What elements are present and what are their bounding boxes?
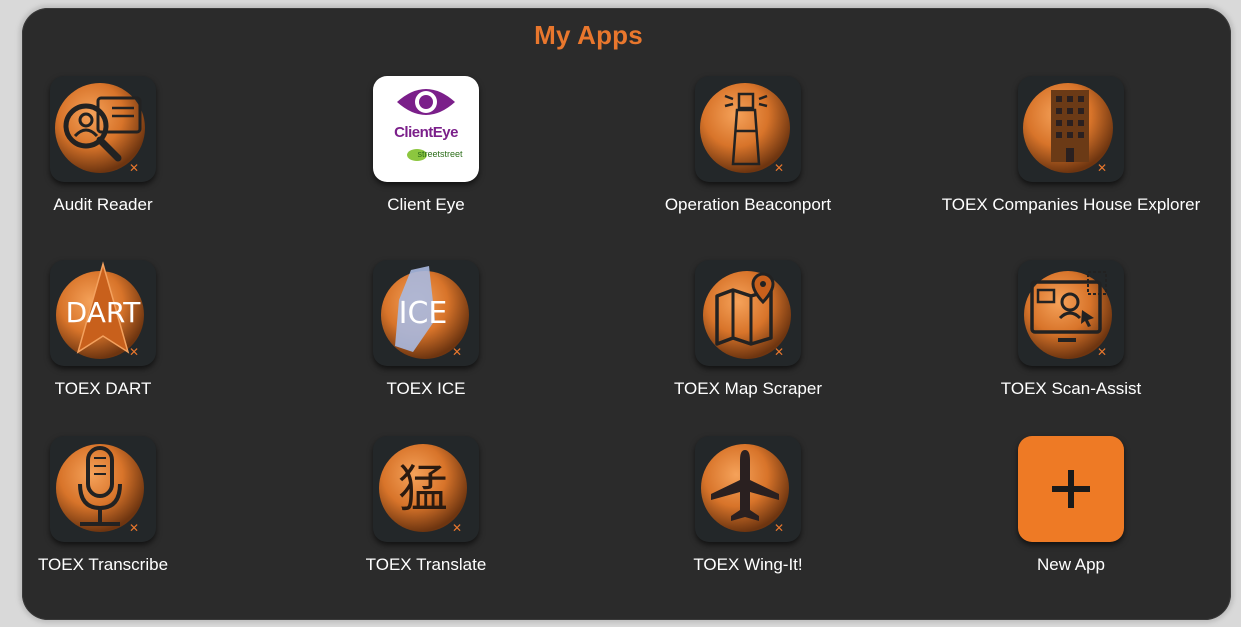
app-toex-ice[interactable]: ICE ✕ TOEX ICE: [276, 260, 576, 399]
svg-text:✕: ✕: [452, 345, 462, 359]
apps-panel: My Apps ✕ Audit Reader ClientEye streets…: [22, 8, 1231, 620]
app-companies-house-explorer[interactable]: ✕ TOEX Companies House Explorer: [921, 76, 1221, 215]
svg-text:✕: ✕: [1097, 345, 1107, 359]
app-toex-transcribe[interactable]: ✕ TOEX Transcribe: [0, 436, 253, 575]
svg-text:✕: ✕: [129, 345, 139, 359]
audit-reader-icon[interactable]: ✕: [50, 76, 156, 182]
app-label: TOEX Scan-Assist: [1000, 379, 1142, 398]
app-label: Operation Beaconport: [664, 195, 832, 214]
apps-grid: ✕ Audit Reader ClientEye streetstreet Cl…: [22, 8, 1231, 620]
app-toex-wing-it[interactable]: ✕ TOEX Wing-It!: [598, 436, 898, 575]
app-label: TOEX Companies House Explorer: [941, 195, 1201, 214]
svg-text:✕: ✕: [452, 521, 462, 535]
client-eye-logo-text: ClientEye: [394, 124, 458, 141]
app-toex-map-scraper[interactable]: ✕ TOEX Map Scraper: [598, 260, 898, 399]
dart-icon-text: DART: [66, 296, 142, 329]
app-toex-translate[interactable]: 猛 ✕ TOEX Translate: [276, 436, 576, 575]
airplane-icon[interactable]: ✕: [695, 436, 801, 542]
app-label: TOEX Map Scraper: [673, 379, 823, 398]
dart-icon[interactable]: DART ✕: [50, 260, 156, 366]
svg-text:✕: ✕: [129, 161, 139, 175]
plus-icon: [1052, 470, 1090, 508]
app-operation-beaconport[interactable]: ✕ Operation Beaconport: [598, 76, 898, 215]
microphone-icon[interactable]: ✕: [50, 436, 156, 542]
svg-text:✕: ✕: [1097, 161, 1107, 175]
app-label: TOEX Translate: [365, 555, 487, 574]
svg-text:✕: ✕: [774, 161, 784, 175]
chinese-character-text: 猛: [398, 460, 448, 518]
ice-icon-text: ICE: [399, 296, 448, 331]
svg-text:✕: ✕: [774, 521, 784, 535]
app-client-eye[interactable]: ClientEye streetstreet Client Eye: [276, 76, 576, 215]
map-pin-icon[interactable]: ✕: [695, 260, 801, 366]
app-label: TOEX ICE: [386, 379, 466, 398]
app-audit-reader[interactable]: ✕ Audit Reader: [0, 76, 253, 215]
new-app-button[interactable]: [1018, 436, 1124, 542]
client-eye-logo[interactable]: ClientEye streetstreet: [373, 76, 479, 182]
chinese-character-icon[interactable]: 猛 ✕: [373, 436, 479, 542]
client-eye-logo-subtext: streetstreet: [417, 149, 463, 159]
app-toex-scan-assist[interactable]: ✕ TOEX Scan-Assist: [921, 260, 1221, 399]
building-icon[interactable]: ✕: [1018, 76, 1124, 182]
app-label: Audit Reader: [53, 195, 153, 214]
app-toex-dart[interactable]: DART ✕ TOEX DART: [0, 260, 253, 399]
app-label: TOEX DART: [54, 379, 152, 398]
app-new-app[interactable]: New App: [921, 436, 1221, 575]
app-label: New App: [1036, 555, 1106, 574]
svg-text:✕: ✕: [129, 521, 139, 535]
app-label: TOEX Transcribe: [37, 555, 169, 574]
lighthouse-icon[interactable]: ✕: [695, 76, 801, 182]
app-label: TOEX Wing-It!: [693, 555, 803, 574]
screen-scan-icon[interactable]: ✕: [1018, 260, 1124, 366]
svg-text:✕: ✕: [774, 345, 784, 359]
app-label: Client Eye: [387, 195, 465, 214]
ice-icon[interactable]: ICE ✕: [373, 260, 479, 366]
